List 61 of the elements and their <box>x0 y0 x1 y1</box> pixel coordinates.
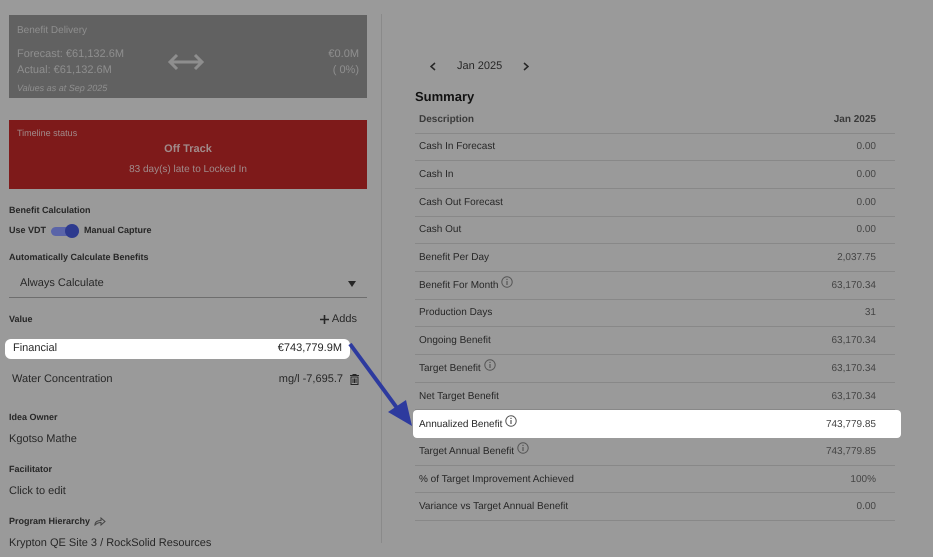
share-icon[interactable] <box>94 516 106 526</box>
toggle-label: Manual Capture <box>84 224 152 237</box>
value-name: Water Concentration <box>12 372 112 388</box>
section-label: Automatically Calculate Benefits <box>9 250 150 264</box>
row-value: 100% <box>850 472 876 487</box>
row-value: 743,779.85 <box>826 418 876 432</box>
calculation-dropdown[interactable]: Always Calculate <box>9 270 367 298</box>
row-value: 63,170.34 <box>832 334 876 348</box>
value-amount: mg/l -7,695.7 <box>278 372 343 388</box>
row-label: Variance vs Target Annual Benefit <box>419 500 568 514</box>
row-label: Benefit Per Day <box>419 251 490 266</box>
row-label: Production Days <box>419 306 492 320</box>
chevron-left-icon[interactable] <box>430 62 436 70</box>
row-value: 63,170.34 <box>832 362 876 376</box>
section-label: Program Hierarchy <box>9 514 90 528</box>
row-value: 0.00 <box>856 168 876 182</box>
summary-title: Summary <box>415 88 476 106</box>
plus-icon <box>320 314 329 324</box>
section-label: Benefit Calculation <box>9 204 92 217</box>
row-label: Net Target Benefit <box>419 390 499 404</box>
row-value: 63,170.34 <box>832 278 876 293</box>
dropdown-caret-icon <box>348 280 356 286</box>
row-label: Ongoing Benefit <box>419 334 491 348</box>
column-header: Jan 2025 <box>834 113 876 127</box>
field-value: Kgotso Mathe <box>9 432 78 447</box>
column-header: Description <box>419 113 474 127</box>
double-arrow-icon <box>167 52 205 72</box>
section-label: Value <box>9 312 33 326</box>
row-label: Annualized Benefit <box>419 418 502 432</box>
status-detail: 83 day(s) late to Locked In <box>129 163 247 177</box>
row-value: 63,170.34 <box>832 390 876 404</box>
status-text: Off Track <box>164 142 212 156</box>
value-name: Financial <box>13 341 58 356</box>
row-label: Cash Out Forecast <box>419 196 503 210</box>
value-amount: €743,779.9M <box>278 341 342 356</box>
row-label: Target Benefit <box>419 362 481 376</box>
row-value: 743,779.85 <box>826 444 876 459</box>
row-value: 31 <box>864 306 876 320</box>
add-button[interactable]: Adds <box>320 311 357 328</box>
row-value: 0.00 <box>856 196 876 210</box>
row-label: Cash In <box>419 168 454 182</box>
row-label: Benefit For Month <box>419 278 498 293</box>
toggle-label: Use VDT <box>9 224 46 237</box>
info-icon[interactable] <box>505 415 518 428</box>
row-label: Cash Out <box>419 223 462 238</box>
row-label: Cash In Forecast <box>419 140 496 154</box>
row-value: 0.00 <box>856 500 876 514</box>
row-value: 0.00 <box>856 140 876 154</box>
section-label: Idea Owner <box>9 410 58 424</box>
trash-icon[interactable] <box>350 374 359 385</box>
section-label: Facilitator <box>9 462 52 476</box>
toggle-switch[interactable] <box>51 224 80 238</box>
editable-text[interactable]: Click to edit <box>9 483 367 500</box>
chevron-right-icon[interactable] <box>523 62 530 70</box>
field-value: Krypton QE Site 3 / RockSolid Resources <box>9 536 212 551</box>
period-label: Jan 2025 <box>457 58 502 74</box>
card-title: Timeline status <box>17 127 78 140</box>
row-label: % of Target Improvement Achieved <box>419 472 574 487</box>
row-label: Target Annual Benefit <box>419 444 514 459</box>
row-value: 2,037.75 <box>837 251 876 266</box>
row-value: 0.00 <box>856 223 876 238</box>
